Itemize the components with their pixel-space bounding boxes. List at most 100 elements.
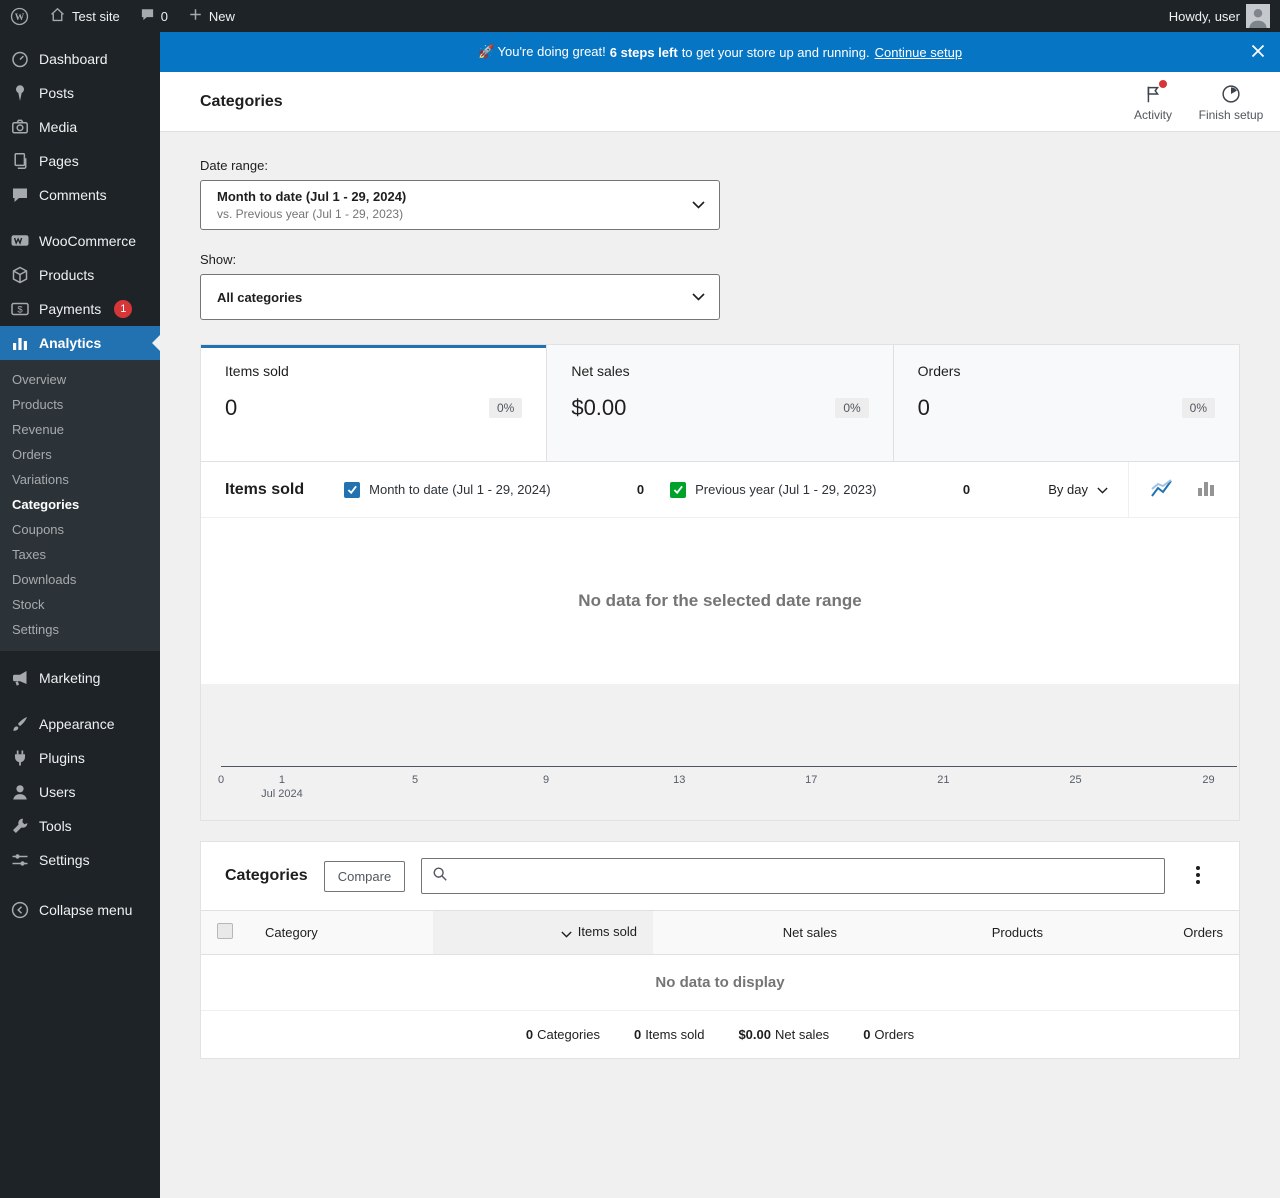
bar-chart-button[interactable] — [1189, 473, 1223, 507]
sidebar-item-tools[interactable]: Tools — [0, 809, 160, 843]
sidebar-item-posts[interactable]: Posts — [0, 76, 160, 110]
submenu-item-stock[interactable]: Stock — [0, 592, 160, 617]
sidebar-item-label: Appearance — [39, 716, 115, 732]
interval-value: By day — [1048, 482, 1088, 497]
checkbox-checked-icon[interactable] — [344, 481, 361, 498]
column-header-orders[interactable]: Orders — [1059, 910, 1239, 955]
x-tick: 29 — [1202, 774, 1215, 786]
submenu-item-settings[interactable]: Settings — [0, 617, 160, 642]
site-name-label: Test site — [72, 8, 120, 24]
submenu-item-coupons[interactable]: Coupons — [0, 517, 160, 542]
date-range-select[interactable]: Month to date (Jul 1 - 29, 2024) vs. Pre… — [200, 180, 720, 230]
admin-sidebar: Dashboard Posts Media Pages Comments Woo… — [0, 32, 160, 1198]
submenu-item-overview[interactable]: Overview — [0, 367, 160, 392]
submenu-item-taxes[interactable]: Taxes — [0, 542, 160, 567]
activity-button[interactable]: Activity — [1114, 75, 1192, 128]
banner-steps-left: 6 steps left — [609, 44, 678, 60]
tab-net-sales[interactable]: Net sales $0.00 0% — [547, 345, 894, 461]
pages-icon — [10, 151, 30, 171]
comments-count: 0 — [160, 8, 168, 24]
show-filter-value: All categories — [217, 289, 303, 305]
x-tick: 25 — [1069, 774, 1082, 786]
activity-unread-dot — [1159, 80, 1167, 88]
chart-type-switcher — [1128, 461, 1239, 518]
continue-setup-link[interactable]: Continue setup — [875, 45, 962, 60]
sidebar-item-analytics[interactable]: Analytics — [0, 326, 160, 360]
wordpress-logo[interactable]: W — [0, 0, 39, 32]
sidebar-item-comments[interactable]: Comments — [0, 178, 160, 212]
sidebar-item-media[interactable]: Media — [0, 110, 160, 144]
finish-setup-button[interactable]: Finish setup — [1192, 75, 1270, 128]
sidebar-item-users[interactable]: Users — [0, 775, 160, 809]
tab-orders[interactable]: Orders 0 0% — [893, 345, 1239, 461]
chart-empty-message: No data for the selected date range — [578, 591, 862, 610]
chart-header: Items sold Month to date (Jul 1 - 29, 20… — [201, 461, 1239, 518]
collapse-menu-button[interactable]: Collapse menu — [0, 893, 160, 927]
checkbox-checked-icon[interactable] — [670, 481, 687, 498]
submenu-item-products[interactable]: Products — [0, 392, 160, 417]
chart-interval-select[interactable]: By day — [1048, 482, 1108, 497]
compare-button[interactable]: Compare — [323, 860, 406, 892]
report-content: Date range: Month to date (Jul 1 - 29, 2… — [160, 132, 1280, 1099]
sidebar-item-payments[interactable]: $ Payments 1 — [0, 292, 160, 326]
stat-delta-badge: 0% — [1181, 398, 1215, 418]
camera-icon — [10, 117, 30, 137]
legend-value: 0 — [962, 482, 971, 497]
x-tick: 1 — [278, 774, 286, 786]
chart-title: Items sold — [225, 480, 305, 498]
sidebar-item-marketing[interactable]: Marketing — [0, 661, 160, 695]
banner-close-button[interactable] — [1246, 40, 1270, 64]
table-options-button[interactable] — [1181, 859, 1215, 893]
legend-value: 0 — [636, 482, 645, 497]
stat-value: 0 — [917, 395, 930, 420]
vertical-ellipsis-icon — [1196, 865, 1200, 887]
column-header-products[interactable]: Products — [853, 910, 1059, 955]
sidebar-item-plugins[interactable]: Plugins — [0, 741, 160, 775]
comments-shortcut[interactable]: 0 — [130, 0, 178, 32]
column-header-category[interactable]: Category — [249, 910, 433, 955]
column-header-net-sales[interactable]: Net sales — [653, 910, 853, 955]
payments-card-icon: $ — [10, 299, 30, 319]
search-input[interactable] — [455, 868, 1154, 884]
legend-previous-period[interactable]: Previous year (Jul 1 - 29, 2023) 0 — [670, 481, 971, 498]
select-all-checkbox[interactable] — [217, 923, 233, 939]
summary-label: Net sales — [774, 1027, 830, 1042]
close-icon — [1250, 43, 1266, 62]
tab-items-sold[interactable]: Items sold 0 0% — [201, 345, 548, 461]
submenu-item-revenue[interactable]: Revenue — [0, 417, 160, 442]
stat-label: Orders — [917, 363, 961, 379]
new-content-button[interactable]: New — [178, 0, 245, 32]
summary-label: Items sold — [645, 1027, 705, 1042]
categories-table: Category Items sold Net sales Products O… — [201, 910, 1239, 1011]
report-chart-card: Items sold 0 0% Net sales $0.00 0% Order… — [200, 344, 1240, 821]
search-icon — [432, 866, 448, 887]
category-show-select[interactable]: All categories — [200, 274, 720, 320]
submenu-item-orders[interactable]: Orders — [0, 442, 160, 467]
sidebar-item-products[interactable]: Products — [0, 258, 160, 292]
chevron-down-icon — [692, 288, 705, 306]
legend-current-period[interactable]: Month to date (Jul 1 - 29, 2024) 0 — [344, 481, 645, 498]
table-search[interactable] — [421, 858, 1165, 894]
column-header-items-sold[interactable]: Items sold — [433, 910, 653, 955]
menu-separator — [0, 695, 160, 707]
submenu-item-variations[interactable]: Variations — [0, 467, 160, 492]
sidebar-item-woocommerce[interactable]: WooCommerce — [0, 224, 160, 258]
submenu-item-downloads[interactable]: Downloads — [0, 567, 160, 592]
submenu-item-categories[interactable]: Categories — [0, 492, 160, 517]
menu-separator — [0, 212, 160, 224]
sidebar-item-label: Payments — [39, 301, 102, 317]
sidebar-item-settings[interactable]: Settings — [0, 843, 160, 877]
payments-badge: 1 — [114, 300, 133, 318]
woocommerce-icon — [10, 231, 30, 251]
x-tick: 0 — [217, 774, 225, 786]
line-chart-button[interactable] — [1145, 473, 1179, 507]
sidebar-item-dashboard[interactable]: Dashboard — [0, 42, 160, 76]
stat-label: Items sold — [225, 363, 289, 379]
sidebar-item-pages[interactable]: Pages — [0, 144, 160, 178]
sidebar-item-label: Comments — [39, 187, 107, 203]
sidebar-item-appearance[interactable]: Appearance — [0, 707, 160, 741]
x-tick: 13 — [673, 774, 686, 786]
account-menu[interactable]: Howdy, user — [1159, 0, 1280, 32]
site-name-link[interactable]: Test site — [39, 0, 130, 32]
chevron-down-icon — [1097, 482, 1108, 497]
